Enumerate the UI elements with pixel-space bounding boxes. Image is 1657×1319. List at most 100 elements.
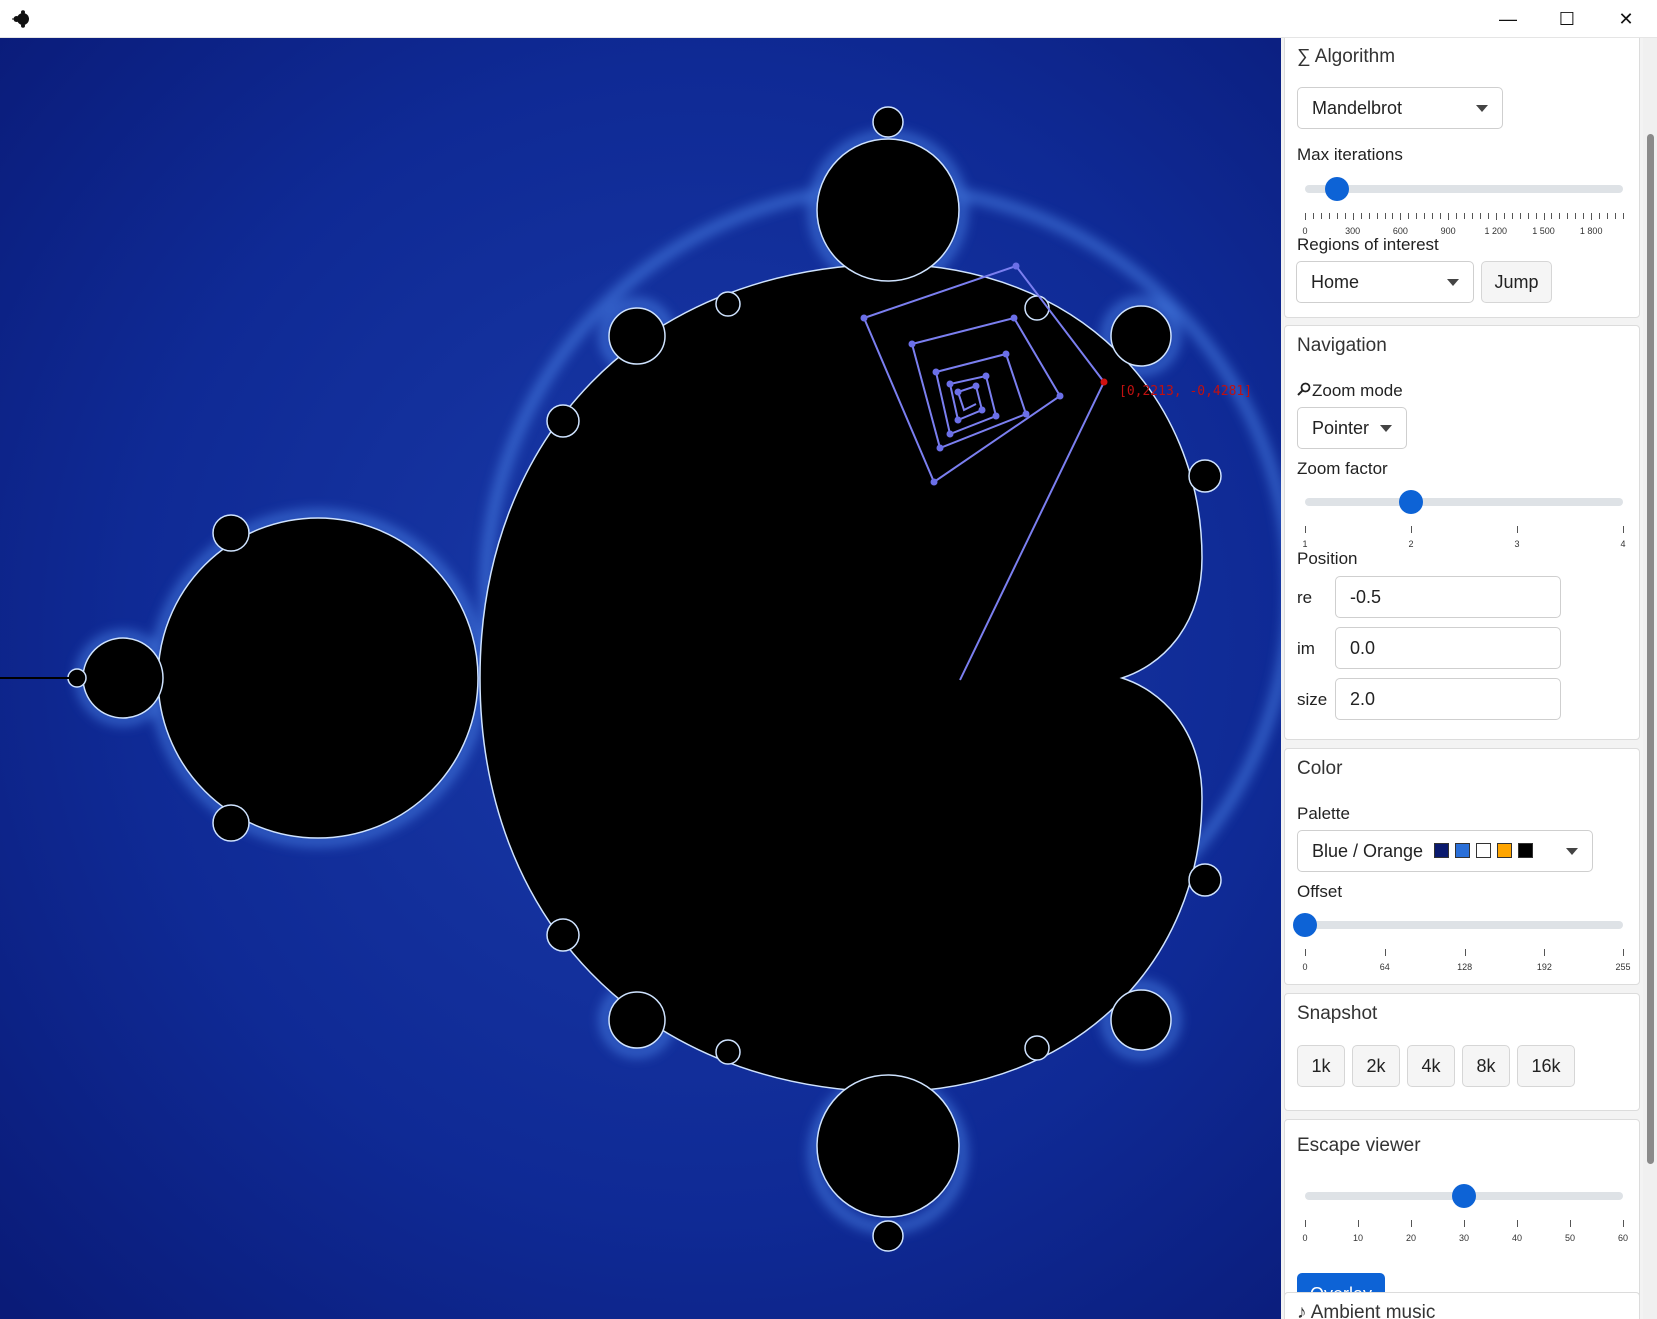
zoom-mode-select[interactable]: Pointer (1297, 407, 1407, 449)
offset-ticks: 0 64 128 192 255 (1302, 949, 1631, 973)
color-title: Color (1297, 758, 1343, 779)
slider-tick (1623, 949, 1624, 956)
slider-tick (1517, 526, 1518, 533)
palette-swatch (1455, 843, 1471, 858)
slider-tick-label: 64 (1379, 962, 1390, 972)
slider-track (1305, 921, 1623, 929)
magnifier-icon (1297, 381, 1312, 401)
palette-swatch (1476, 843, 1492, 858)
panel-scrollbar[interactable] (1643, 38, 1657, 1319)
ambient-music-card: ♪ Ambient music (1284, 1292, 1640, 1319)
slider-tick-label: 1 (1302, 539, 1308, 549)
slider-tick-label: 0 (1302, 1233, 1308, 1243)
zoom-factor-label: Zoom factor (1297, 459, 1388, 478)
slider-tick (1464, 1220, 1465, 1227)
ambient-music-title: ♪ Ambient music (1297, 1302, 1436, 1319)
slider-tick (1623, 526, 1624, 533)
slider-tick-label: 128 (1457, 962, 1473, 972)
escape-viewer-slider[interactable] (1305, 1180, 1623, 1220)
snapshot-2k-button[interactable]: 2k (1352, 1045, 1400, 1087)
snapshot-card: Snapshot 1k 2k 4k 8k 16k (1284, 993, 1640, 1111)
color-card: Color Palette Blue / Orange Offset 0 64 12… (1284, 748, 1640, 985)
scrollbar-thumb[interactable] (1647, 134, 1654, 1164)
zoom-mode-label: Zoom mode (1297, 381, 1403, 401)
im-input[interactable]: 0.0 (1335, 627, 1561, 669)
slider-tick (1305, 1220, 1306, 1227)
mandelbrot-app-icon (12, 10, 29, 28)
close-icon: ✕ (1618, 8, 1634, 29)
region-select[interactable]: Home (1296, 261, 1474, 303)
navigation-card: Navigation Zoom mode Pointer Zoom factor… (1284, 325, 1640, 740)
chevron-down-icon (1566, 848, 1578, 855)
im-label: im (1297, 639, 1315, 658)
palette-swatch (1497, 843, 1513, 858)
fractal-canvas[interactable]: [0,2213, -0,4281] (0, 38, 1281, 1319)
palette-swatch (1434, 843, 1450, 858)
minimize-button[interactable]: — (1479, 0, 1537, 38)
snapshot-1k-button[interactable]: 1k (1297, 1045, 1345, 1087)
slider-tick-label: 4 (1620, 539, 1626, 549)
offset-slider[interactable] (1293, 909, 1623, 949)
slider-tick-label: 3 (1514, 539, 1520, 549)
zoom-mode-select-value: Pointer (1312, 418, 1370, 438)
slider-tick-label: 192 (1536, 962, 1552, 972)
size-label: size (1297, 690, 1328, 709)
slider-tick (1411, 526, 1412, 533)
slider-tick (1517, 1220, 1518, 1227)
maximize-button[interactable]: ☐ (1538, 0, 1596, 38)
slider-tick (1384, 949, 1386, 956)
coordinate-readout: [0,2213, -0,4281] (1119, 384, 1253, 399)
region-select-value: Home (1311, 272, 1360, 292)
slider-tick (1305, 949, 1306, 956)
chevron-down-icon (1380, 425, 1392, 432)
navigation-title: Navigation (1297, 335, 1387, 356)
slider-track (1305, 498, 1623, 506)
position-label: Position (1297, 549, 1358, 568)
palette-select[interactable]: Blue / Orange (1297, 830, 1593, 872)
slider-tick (1411, 1220, 1412, 1227)
escape-viewer-card: Escape viewer 0102030405060 Overlay (1284, 1119, 1640, 1319)
slider-tick-label: 2 (1408, 539, 1414, 549)
slider-tick-label: 60 (1617, 1233, 1629, 1243)
slider-tick (1544, 949, 1546, 956)
minimize-icon: — (1499, 8, 1517, 29)
palette-select-value: Blue / Orange (1312, 841, 1424, 861)
zoom-factor-slider[interactable] (1305, 486, 1623, 526)
snapshot-16k-button[interactable]: 16k (1517, 1045, 1575, 1087)
jump-button[interactable]: Jump (1481, 261, 1552, 303)
slider-tick (1623, 1220, 1624, 1227)
palette-swatch (1518, 843, 1534, 858)
re-input[interactable]: -0.5 (1335, 576, 1561, 618)
snapshot-4k-button[interactable]: 4k (1407, 1045, 1455, 1087)
slider-tick (1464, 949, 1466, 956)
size-input[interactable]: 2.0 (1335, 678, 1561, 720)
snapshot-8k-button[interactable]: 8k (1462, 1045, 1510, 1087)
escape-viewer-title: Escape viewer (1297, 1135, 1421, 1156)
slider-tick-label: 0 (1302, 962, 1308, 972)
slider-tick-label: 255 (1615, 962, 1631, 972)
slider-thumb[interactable] (1399, 490, 1423, 514)
slider-tick (1570, 1220, 1571, 1227)
slider-tick (1305, 526, 1306, 533)
zoom-factor-ticks: 1 2 3 4 (1302, 526, 1626, 550)
escape-viewer-ticks: 0 10 20 30 40 50 60 (1302, 1220, 1628, 1244)
slider-tick-label: 30 (1458, 1233, 1470, 1243)
palette-swatches (1428, 841, 1534, 861)
control-panel: ∑ Algorithm Mandelbrot Max iterations 03… (1281, 38, 1643, 1319)
snapshot-title: Snapshot (1297, 1003, 1378, 1024)
re-label: re (1297, 588, 1313, 607)
offset-label: Offset (1297, 882, 1343, 901)
slider-tick-label: 50 (1564, 1233, 1576, 1243)
maximize-icon: ☐ (1558, 8, 1576, 29)
slider-tick-label: 10 (1352, 1233, 1364, 1243)
slider-tick (1358, 1220, 1359, 1227)
pointer-marker (1100, 378, 1108, 386)
slider-thumb[interactable] (1452, 1184, 1476, 1208)
chevron-down-icon (1447, 279, 1459, 286)
palette-label: Palette (1297, 804, 1350, 823)
regions-row: Home Jump (1284, 38, 1640, 318)
close-button[interactable]: ✕ (1597, 0, 1655, 38)
slider-tick-label: 40 (1511, 1233, 1523, 1243)
slider-thumb[interactable] (1293, 913, 1317, 937)
slider-tick-label: 20 (1405, 1233, 1417, 1243)
